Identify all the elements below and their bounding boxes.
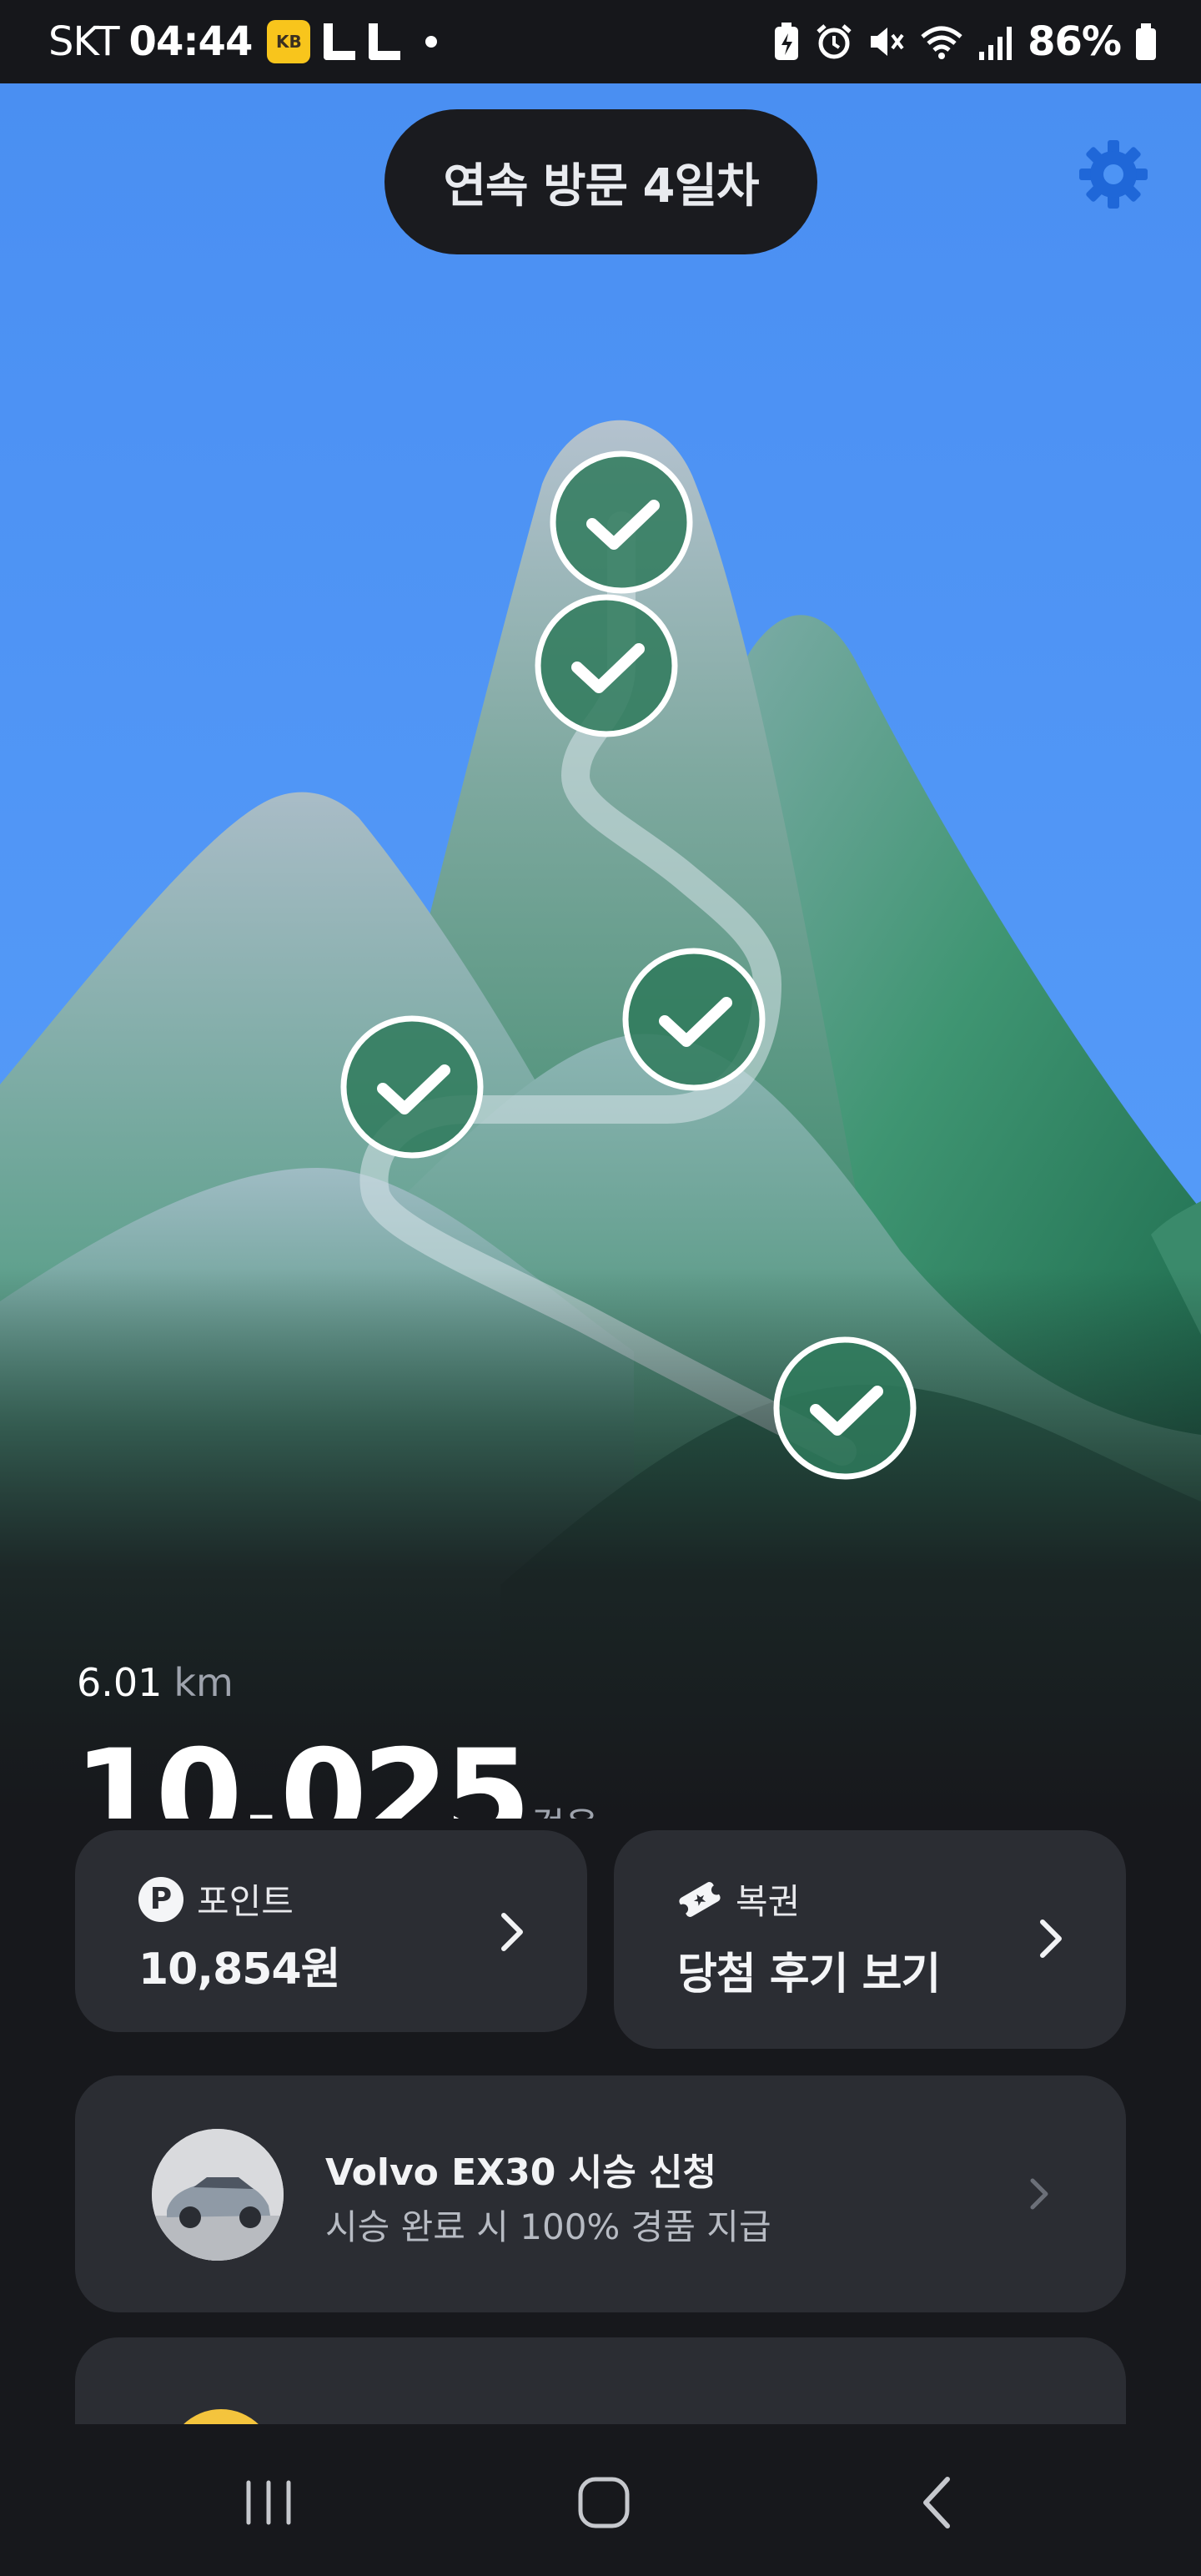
distance-unit: km [173, 1660, 234, 1705]
battery-percent: 86% [1028, 18, 1122, 65]
kb-bank-label: KB [275, 32, 302, 52]
lottery-label: 복권 [736, 1881, 801, 1922]
mountain-scene [0, 83, 1201, 1819]
chevron-right-icon [501, 1913, 523, 1951]
distance-display: 6.01 km [77, 1660, 234, 1705]
wifi-icon [921, 26, 962, 59]
distance-value: 6.01 [77, 1660, 163, 1705]
battery-icon [1136, 23, 1156, 60]
chevron-right-icon [1030, 2178, 1048, 2210]
checkpoint-marker [773, 1336, 917, 1480]
checkpoint-marker [535, 594, 678, 737]
points-label: 포인트 [197, 1881, 294, 1922]
gear-icon [1079, 140, 1148, 209]
clock: 04:44 [128, 18, 254, 65]
checkpoint-marker [550, 450, 693, 594]
kb-bank-icon: KB [267, 20, 311, 63]
battery-saver-icon [775, 23, 799, 60]
settings-button[interactable] [1076, 137, 1151, 212]
home-button[interactable] [570, 2469, 637, 2536]
recent-apps-icon [246, 2480, 291, 2525]
carrier-label: SKT [48, 18, 120, 65]
checkpoint-marker [622, 948, 766, 1091]
lottery-value: 당첨 후기 보기 [677, 1950, 941, 2000]
status-bar: SKT 04:44 KB 86% [0, 0, 1201, 83]
streak-badge[interactable]: 연속 방문 4일차 [384, 109, 817, 254]
alarm-icon [817, 24, 852, 59]
mute-icon [871, 28, 904, 56]
ticket-icon [678, 1881, 721, 1917]
points-card[interactable]: P 포인트 10,854원 [75, 1830, 587, 2032]
hero-scene: 연속 방문 4일차 6.01 km 10,025 걸음 [0, 83, 1201, 1819]
chevron-right-icon [1040, 1919, 1062, 1958]
home-icon [578, 2477, 630, 2528]
checkpoint-marker [340, 1015, 484, 1159]
lottery-card[interactable]: 복권 당첨 후기 보기 [614, 1830, 1126, 2049]
promo-title: Volvo EX30 시승 신청 [325, 2151, 716, 2194]
streak-label: 연속 방문 4일차 [443, 158, 759, 214]
steps-unit: 걸음 [531, 1796, 599, 1819]
l-app-icon [369, 23, 401, 60]
recent-apps-button[interactable] [235, 2469, 302, 2536]
steps-value: 10,025 [73, 1723, 531, 1819]
dot-icon [425, 36, 438, 48]
car-icon [152, 2129, 284, 2261]
steps-display: 10,025 걸음 [73, 1733, 599, 1819]
lottery-header: 복권 [677, 1874, 800, 1924]
back-icon [923, 2477, 950, 2528]
car-thumbnail [152, 2129, 284, 2261]
l-app-icon [324, 23, 356, 60]
points-header: P 포인트 [138, 1874, 294, 1924]
points-value: 10,854원 [138, 1945, 341, 1995]
points-icon: P [138, 1876, 183, 1922]
status-left: SKT 04:44 KB [48, 18, 438, 65]
promo-card[interactable]: Volvo EX30 시승 신청 시승 완료 시 100% 경품 지급 [75, 2075, 1126, 2312]
promo-subtitle: 시승 완료 시 100% 경품 지급 [325, 2206, 771, 2247]
status-right: 86% [772, 18, 1158, 65]
navigation-bar [0, 2424, 1201, 2576]
signal-icon [979, 27, 1013, 60]
back-button[interactable] [906, 2469, 972, 2536]
